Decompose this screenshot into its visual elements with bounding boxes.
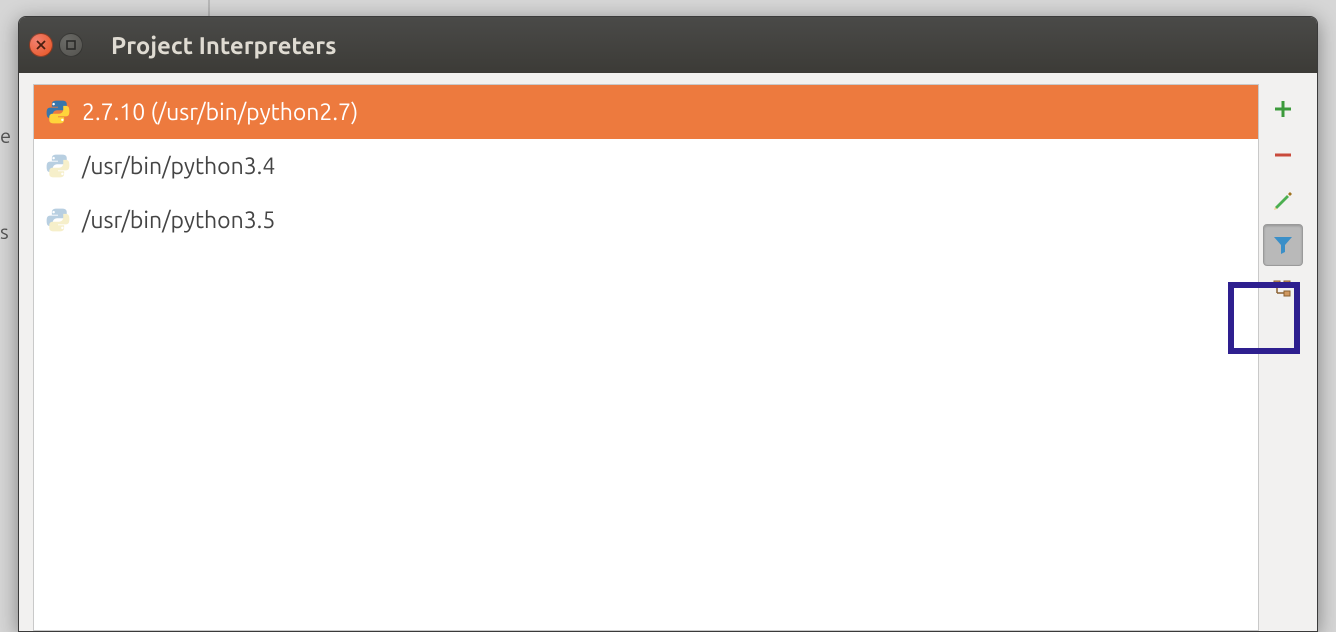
background-text-fragment: e: [0, 124, 11, 147]
show-paths-button[interactable]: [1261, 266, 1305, 312]
python-icon: [44, 206, 72, 234]
minus-icon: [1271, 143, 1295, 167]
interpreter-label: 2.7.10 (/usr/bin/python2.7): [82, 100, 358, 125]
pencil-icon: [1271, 189, 1295, 213]
edit-button[interactable]: [1261, 178, 1305, 224]
interpreter-item[interactable]: /usr/bin/python3.5: [34, 193, 1258, 247]
project-interpreters-dialog: Project Interpreters 2.7.10 (/usr/bin/py…: [18, 16, 1318, 632]
interpreter-label: /usr/bin/python3.4: [82, 154, 275, 179]
toolbar: [1259, 84, 1307, 631]
close-icon: [35, 39, 47, 51]
close-window-button[interactable]: [29, 33, 53, 57]
background-text-fragment: s: [0, 220, 9, 243]
plus-icon: [1271, 97, 1295, 121]
titlebar[interactable]: Project Interpreters: [19, 17, 1317, 73]
minimize-window-button[interactable]: [59, 33, 83, 57]
interpreter-list[interactable]: 2.7.10 (/usr/bin/python2.7) /usr/bin/pyt…: [33, 84, 1259, 631]
funnel-icon: [1271, 233, 1295, 257]
interpreter-item[interactable]: /usr/bin/python3.4: [34, 139, 1258, 193]
python-icon: [44, 152, 72, 180]
interpreter-item[interactable]: 2.7.10 (/usr/bin/python2.7): [34, 85, 1258, 139]
interpreter-label: /usr/bin/python3.5: [82, 208, 275, 233]
window-title: Project Interpreters: [111, 32, 336, 59]
tree-icon: [1271, 277, 1295, 301]
dialog-content: 2.7.10 (/usr/bin/python2.7) /usr/bin/pyt…: [19, 73, 1317, 631]
minimize-icon: [65, 39, 77, 51]
filter-button[interactable]: [1263, 224, 1303, 266]
add-button[interactable]: [1261, 86, 1305, 132]
remove-button[interactable]: [1261, 132, 1305, 178]
python-icon: [44, 98, 72, 126]
